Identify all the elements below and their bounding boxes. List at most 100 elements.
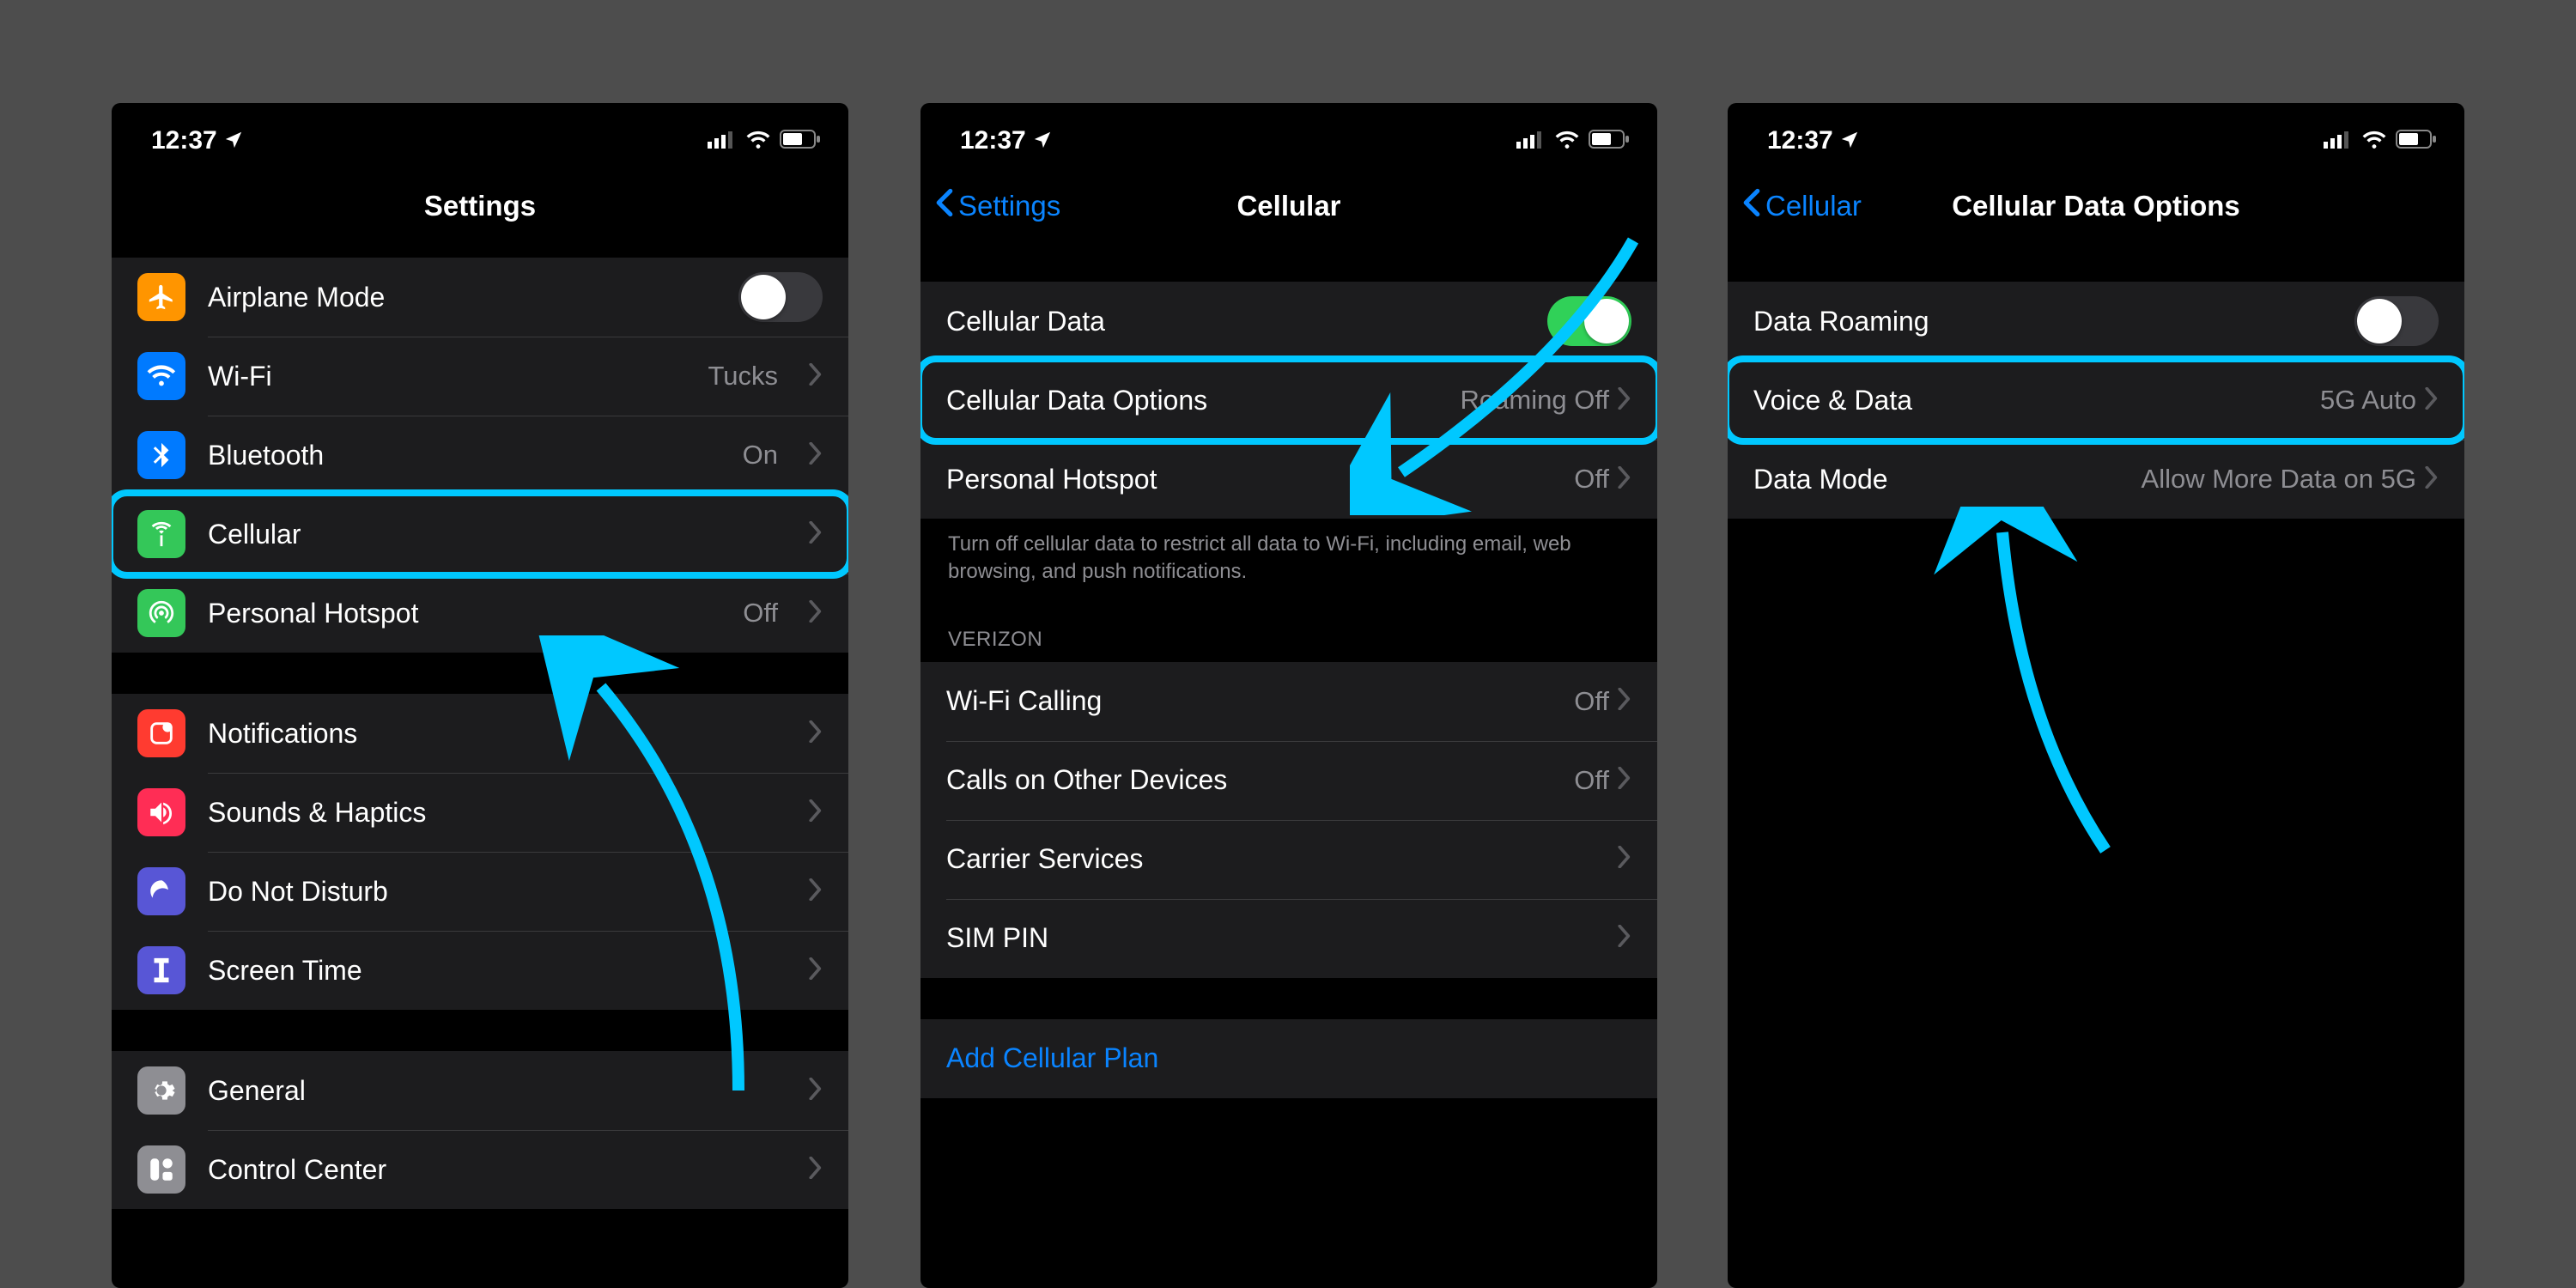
- row-label: Screen Time: [208, 955, 787, 987]
- row-label: Bluetooth: [208, 440, 720, 471]
- row-label: Data Roaming: [1753, 306, 2354, 337]
- list-item[interactable]: Personal Hotspot Off: [112, 574, 848, 653]
- page-title: Cellular Data Options: [1952, 190, 2240, 222]
- wifi-status-icon: [745, 126, 771, 155]
- list-item[interactable]: Cellular: [112, 495, 848, 574]
- arrow-annotation: [1908, 507, 2131, 867]
- cellular-screen: 12:37 Settings Cellular Cellular DataCel…: [920, 103, 1657, 1288]
- row-label: General: [208, 1075, 787, 1107]
- list-item[interactable]: Do Not Disturb: [112, 852, 848, 931]
- sounds-icon: [137, 788, 185, 836]
- list-item[interactable]: Calls on Other DevicesOff: [920, 741, 1657, 820]
- chevron-right-icon: [809, 876, 823, 908]
- list-item[interactable]: Data ModeAllow More Data on 5G: [1728, 440, 2464, 519]
- row-value: Allow More Data on 5G: [2142, 464, 2416, 495]
- row-label: Personal Hotspot: [208, 598, 720, 629]
- signal-icon: [2324, 126, 2353, 155]
- list-item[interactable]: Cellular Data OptionsRoaming Off: [920, 361, 1657, 440]
- notifications-section: Notifications Sounds & Haptics Do Not Dist…: [112, 694, 848, 1010]
- battery-icon: [1589, 126, 1630, 155]
- list-item[interactable]: Wi-Fi CallingOff: [920, 662, 1657, 741]
- notifications-icon: [137, 709, 185, 757]
- back-button[interactable]: Cellular: [1741, 188, 1862, 224]
- row-label: Data Mode: [1753, 464, 2142, 495]
- row-label: Carrier Services: [946, 843, 1618, 875]
- row-label: Personal Hotspot: [946, 464, 1574, 495]
- status-bar: 12:37: [920, 103, 1657, 172]
- chevron-right-icon: [2425, 464, 2439, 495]
- bluetooth-icon: [137, 431, 185, 479]
- row-label: Sounds & Haptics: [208, 797, 787, 829]
- list-item[interactable]: SIM PIN: [920, 899, 1657, 978]
- row-value: Roaming Off: [1461, 385, 1609, 416]
- wifi-status-icon: [2361, 126, 2387, 155]
- row-label: Cellular Data Options: [946, 385, 1461, 416]
- row-value: On: [743, 440, 778, 471]
- add-cellular-plan-link[interactable]: Add Cellular Plan: [920, 1019, 1657, 1098]
- data-options-section: Data RoamingVoice & Data5G AutoData Mode…: [1728, 282, 2464, 519]
- general-section: General Control Center: [112, 1051, 848, 1209]
- chevron-right-icon: [2425, 385, 2439, 416]
- chevron-right-icon: [1618, 843, 1631, 875]
- status-time: 12:37: [960, 126, 1026, 155]
- list-item[interactable]: Airplane Mode: [112, 258, 848, 337]
- status-time: 12:37: [1767, 126, 1833, 155]
- row-label: Wi-Fi Calling: [946, 685, 1574, 717]
- status-bar: 12:37: [1728, 103, 2464, 172]
- list-item[interactable]: Cellular Data: [920, 282, 1657, 361]
- back-label: Settings: [958, 190, 1060, 222]
- row-label: Notifications: [208, 718, 787, 750]
- row-label: Voice & Data: [1753, 385, 2320, 416]
- chevron-right-icon: [809, 797, 823, 829]
- list-item[interactable]: Personal HotspotOff: [920, 440, 1657, 519]
- toggle-switch[interactable]: [2354, 296, 2439, 346]
- row-value: 5G Auto: [2320, 385, 2416, 416]
- chevron-right-icon: [1618, 464, 1631, 495]
- battery-icon: [2396, 126, 2437, 155]
- list-item[interactable]: Screen Time: [112, 931, 848, 1010]
- location-icon: [1033, 126, 1052, 155]
- settings-screen: 12:37 Settings Airplane ModeWi-FiTucksBl…: [112, 103, 848, 1288]
- carrier-section: VERIZON Wi-Fi CallingOffCalls on Other D…: [920, 628, 1657, 978]
- list-item[interactable]: General: [112, 1051, 848, 1130]
- chevron-right-icon: [1618, 685, 1631, 717]
- row-label: Control Center: [208, 1154, 787, 1186]
- row-label: Cellular: [208, 519, 787, 550]
- page-title: Cellular: [1236, 190, 1340, 222]
- battery-icon: [780, 126, 821, 155]
- chevron-left-icon: [934, 188, 955, 224]
- toggle-switch[interactable]: [1547, 296, 1631, 346]
- gear-icon: [137, 1066, 185, 1115]
- row-label: Cellular Data: [946, 306, 1547, 337]
- link-label: Add Cellular Plan: [946, 1042, 1158, 1074]
- list-item[interactable]: Control Center: [112, 1130, 848, 1209]
- cellular-data-section: Cellular Data Cellular Data OptionsRoamin…: [920, 282, 1657, 519]
- chevron-right-icon: [809, 440, 823, 471]
- chevron-right-icon: [1618, 385, 1631, 416]
- toggle-switch[interactable]: [738, 272, 823, 322]
- row-label: SIM PIN: [946, 922, 1618, 954]
- screentime-icon: [137, 946, 185, 994]
- chevron-right-icon: [809, 519, 823, 550]
- row-label: Wi-Fi: [208, 361, 685, 392]
- list-item[interactable]: Wi-Fi Tucks: [112, 337, 848, 416]
- row-value: Off: [743, 598, 778, 629]
- location-icon: [1840, 126, 1859, 155]
- add-plan-section: Add Cellular Plan: [920, 1019, 1657, 1098]
- list-item[interactable]: Sounds & Haptics: [112, 773, 848, 852]
- list-item[interactable]: Notifications: [112, 694, 848, 773]
- list-item[interactable]: Bluetooth On: [112, 416, 848, 495]
- wifi-icon: [137, 352, 185, 400]
- section-footer: Turn off cellular data to restrict all d…: [920, 519, 1657, 586]
- cellular-icon: [137, 510, 185, 558]
- chevron-right-icon: [809, 1154, 823, 1186]
- chevron-right-icon: [1618, 922, 1631, 954]
- nav-bar: Settings: [112, 172, 848, 240]
- list-item[interactable]: Data Roaming: [1728, 282, 2464, 361]
- list-item[interactable]: Carrier Services: [920, 820, 1657, 899]
- list-item[interactable]: Voice & Data5G Auto: [1728, 361, 2464, 440]
- row-value: Tucks: [708, 361, 778, 392]
- chevron-right-icon: [809, 718, 823, 750]
- back-button[interactable]: Settings: [934, 188, 1060, 224]
- hotspot-icon: [137, 589, 185, 637]
